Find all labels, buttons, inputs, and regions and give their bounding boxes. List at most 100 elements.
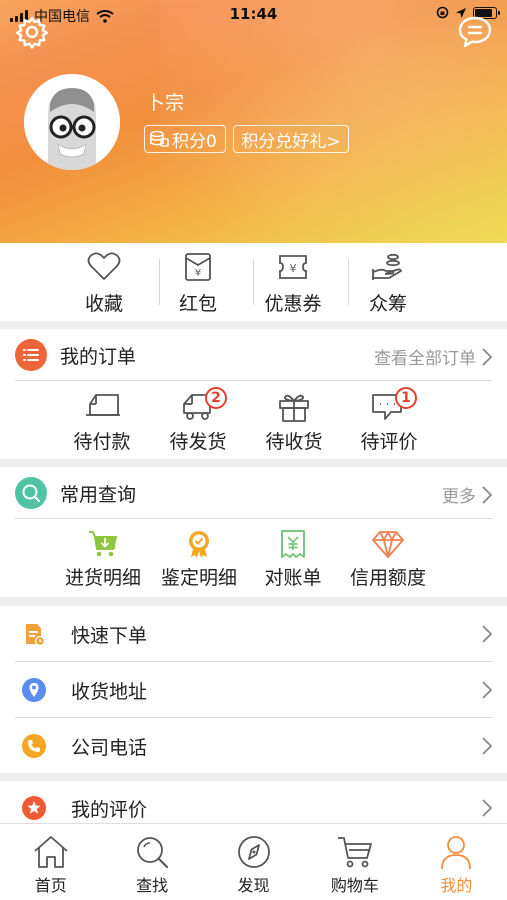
coupon-label: 优惠券 <box>264 293 322 315</box>
shipping-address-label: 收货地址 <box>71 681 148 703</box>
pending-receipt-button[interactable]: 待收货 <box>239 381 349 454</box>
view-all-orders-link[interactable]: 查看全部订单 <box>374 344 492 369</box>
gift-icon <box>279 394 309 422</box>
chevron-right-icon <box>482 799 492 817</box>
truck-icon <box>86 394 120 416</box>
company-phone-row[interactable]: 公司电话 <box>15 718 492 774</box>
heart-icon <box>87 252 121 280</box>
favorites-button[interactable]: 收藏 <box>57 243 151 316</box>
view-all-orders-label: 查看全部订单 <box>374 349 476 369</box>
statement-label: 对账单 <box>264 567 322 589</box>
orders-list-icon <box>15 339 47 371</box>
crowdfunding-icon <box>372 253 402 280</box>
queries-title: 常用查询 <box>60 484 137 506</box>
tab-discover-label: 发现 <box>237 876 270 895</box>
pending-payment-button[interactable]: 待付款 <box>47 381 157 454</box>
my-reviews-row[interactable]: 我的评价 <box>15 781 492 823</box>
pending-review-badge: 1 <box>395 387 417 409</box>
avatar-illustration <box>24 74 120 170</box>
compass-icon <box>237 836 270 868</box>
receipt-icon <box>281 530 305 558</box>
order-status-grid: 待付款 待发货 2 待收货 待评价 1 <box>0 381 507 461</box>
coupon-icon: ¥ <box>279 255 307 279</box>
pending-review-button[interactable]: 待评价 1 <box>334 381 444 454</box>
queries-header[interactable]: 常用查询 更多 <box>15 467 492 519</box>
tab-home-label: 首页 <box>34 876 67 895</box>
points-label: 积分0 <box>172 131 217 152</box>
chevron-right-icon <box>482 485 492 504</box>
status-bar: 中国电信 11:44 <box>0 0 507 30</box>
cart-icon <box>337 837 372 868</box>
orders-header[interactable]: 我的订单 查看全部订单 <box>15 329 492 381</box>
crowdfunding-button[interactable]: 众筹 <box>341 243 435 316</box>
tab-profile[interactable]: 我的 <box>406 824 507 900</box>
statement-button[interactable]: 对账单 <box>238 519 348 590</box>
message-icon[interactable] <box>457 14 493 50</box>
cart-download-icon <box>89 531 117 557</box>
username: 卜宗 <box>146 92 185 114</box>
tab-discover[interactable]: 发现 <box>203 824 304 900</box>
redeem-button[interactable]: 积分兑好礼> <box>233 125 349 153</box>
star-icon <box>22 796 46 820</box>
orientation-lock-icon <box>436 6 449 19</box>
tab-bar: 首页 查找 发现 购物车 我的 <box>0 823 507 900</box>
company-phone-label: 公司电话 <box>71 737 148 759</box>
chevron-right-icon <box>482 625 492 643</box>
pending-shipment-button[interactable]: 待发货 2 <box>143 381 253 454</box>
tab-search-label: 查找 <box>136 876 169 895</box>
location-pin-icon <box>22 678 46 702</box>
menu-list-2: 我的评价 <box>0 781 507 823</box>
queries-grid: 进货明细 鉴定明细 对账单 信用额度 <box>0 519 507 599</box>
appraisal-details-label: 鉴定明细 <box>160 567 237 589</box>
tab-cart[interactable]: 购物车 <box>304 824 405 900</box>
points-badge[interactable]: 积分0 <box>144 125 226 153</box>
chevron-right-icon <box>482 681 492 699</box>
gear-icon[interactable] <box>14 14 50 50</box>
tab-profile-label: 我的 <box>440 876 473 895</box>
credit-limit-button[interactable]: 信用额度 <box>333 519 443 590</box>
coupon-button[interactable]: ¥ 优惠券 <box>246 243 340 316</box>
orders-card: 我的订单 查看全部订单 待付款 待发货 2 待收货 待评价 1 <box>0 329 507 459</box>
red-envelope-icon: ¥ <box>185 253 211 281</box>
shipping-address-row[interactable]: 收货地址 <box>15 662 492 718</box>
clipboard-icon <box>26 624 45 646</box>
user-icon <box>441 836 472 870</box>
tab-cart-label: 购物车 <box>330 876 379 895</box>
purchase-details-button[interactable]: 进货明细 <box>48 519 158 590</box>
queries-more-label: 更多 <box>442 487 476 507</box>
pending-payment-label: 待付款 <box>73 431 131 453</box>
queries-more-link[interactable]: 更多 <box>442 482 492 507</box>
pending-shipment-label: 待发货 <box>169 431 227 453</box>
clock: 11:44 <box>229 5 278 23</box>
my-reviews-label: 我的评价 <box>71 799 148 821</box>
award-icon <box>189 531 209 558</box>
crowdfunding-label: 众筹 <box>368 293 407 315</box>
credit-limit-label: 信用额度 <box>349 567 426 589</box>
diamond-icon <box>372 531 404 558</box>
phone-icon <box>22 734 46 758</box>
coins-icon <box>150 130 169 147</box>
avatar[interactable] <box>24 74 120 170</box>
orders-title: 我的订单 <box>60 346 137 368</box>
purchase-details-label: 进货明细 <box>64 567 141 589</box>
favorites-label: 收藏 <box>84 293 123 315</box>
pending-shipment-badge: 2 <box>205 387 227 409</box>
tab-home[interactable]: 首页 <box>0 824 101 900</box>
quick-actions: 收藏 ¥ 红包 ¥ 优惠券 众筹 <box>0 243 507 321</box>
queries-card: 常用查询 更多 进货明细 鉴定明细 对账单 信用额度 <box>0 467 507 597</box>
svg-text:¥: ¥ <box>195 268 201 279</box>
pending-receipt-label: 待收货 <box>265 431 323 453</box>
tab-search[interactable]: 查找 <box>101 824 202 900</box>
svg-text:¥: ¥ <box>290 262 297 275</box>
search-circle-icon <box>15 477 47 509</box>
red-envelope-button[interactable]: ¥ 红包 <box>151 243 245 316</box>
red-envelope-label: 红包 <box>178 293 217 315</box>
quick-order-label: 快速下单 <box>71 625 148 647</box>
profile-header: 中国电信 11:44 卜宗 积分0 积分兑好礼> <box>0 0 507 243</box>
chevron-right-icon <box>482 737 492 755</box>
search-icon <box>137 837 169 869</box>
home-icon <box>34 836 68 868</box>
pending-review-label: 待评价 <box>360 431 418 453</box>
quick-order-row[interactable]: 快速下单 <box>15 606 492 662</box>
chevron-right-icon <box>482 347 492 366</box>
